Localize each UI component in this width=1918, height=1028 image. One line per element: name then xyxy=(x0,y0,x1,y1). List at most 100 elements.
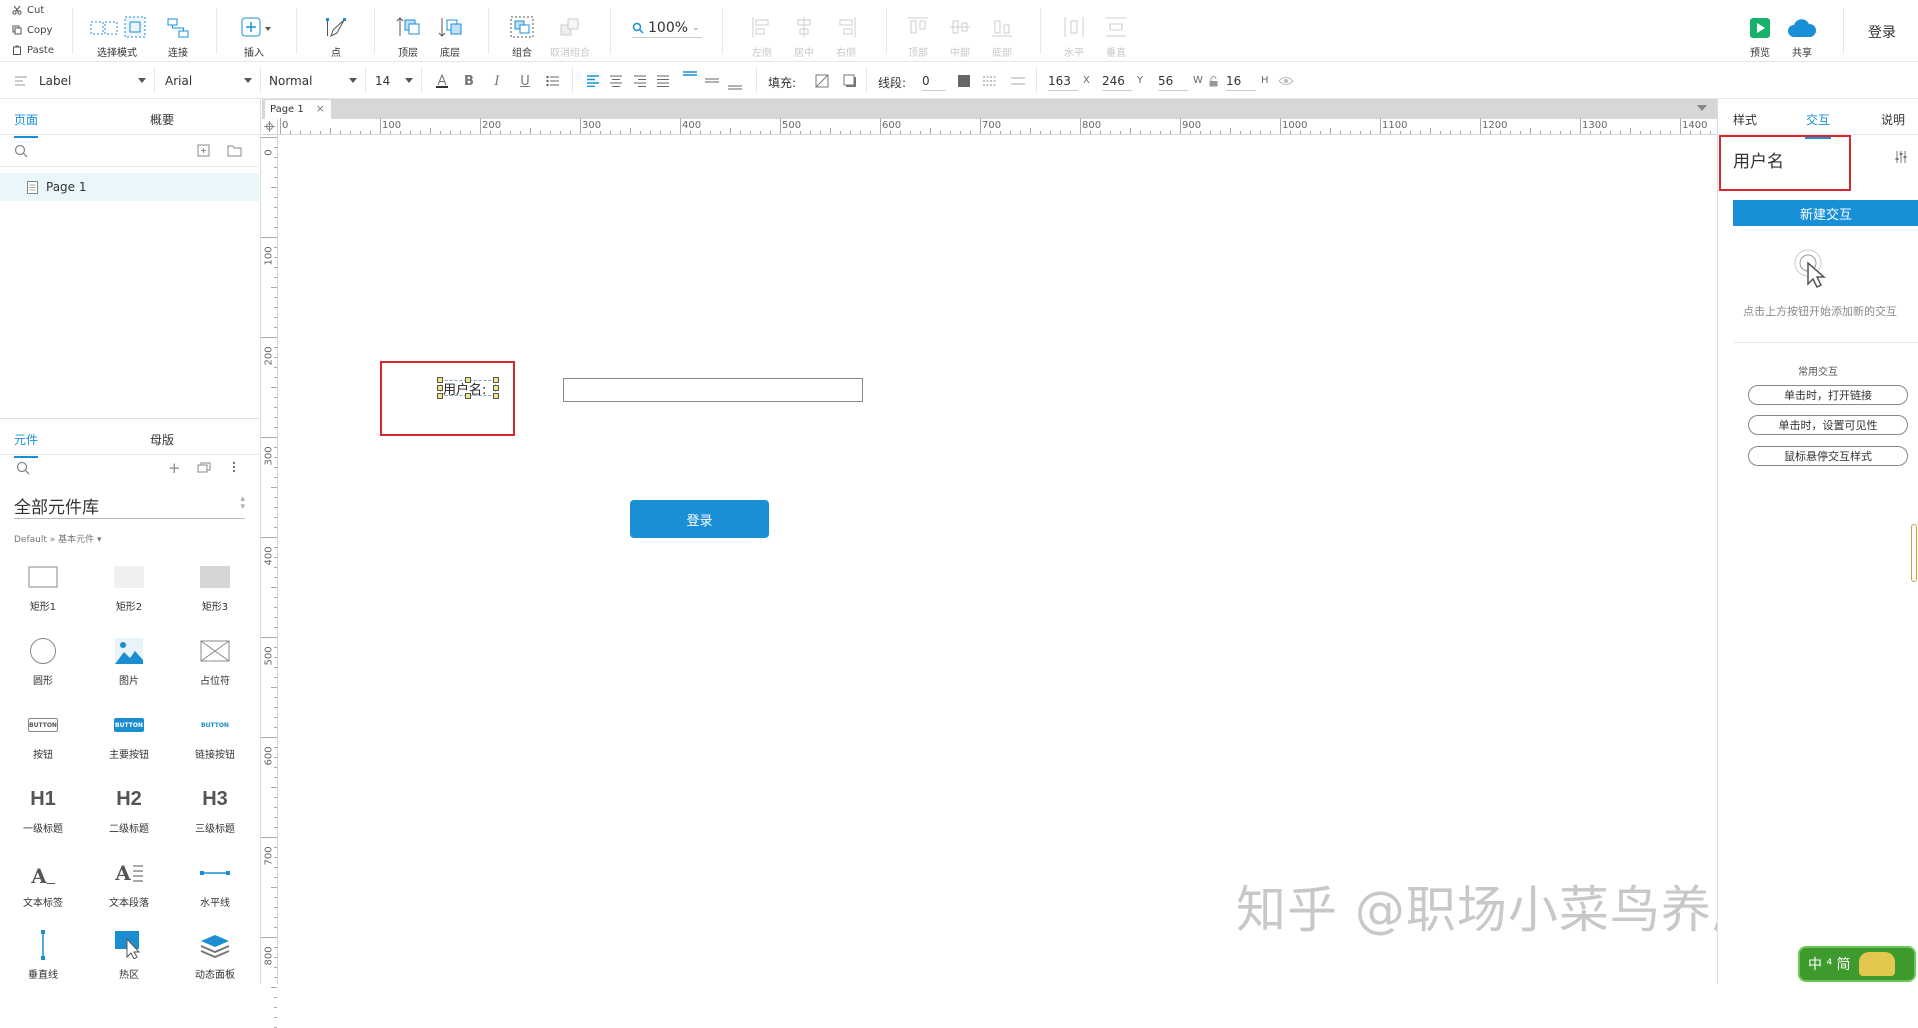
line-width-input[interactable]: 0 xyxy=(922,71,946,91)
widget-vertical-line[interactable]: 垂直线 xyxy=(0,930,86,981)
resize-handle[interactable] xyxy=(437,385,443,391)
paste-button[interactable]: Paste xyxy=(12,41,54,59)
library-select[interactable]: 全部元件库 ▴ ▾ xyxy=(14,493,245,519)
widget-horizontal-line[interactable]: 水平线 xyxy=(172,858,258,909)
login-link[interactable]: 登录 xyxy=(1868,22,1896,42)
tab-widgets[interactable]: 元件 xyxy=(14,431,39,458)
close-icon[interactable]: × xyxy=(316,102,325,115)
point-button[interactable]: 点 xyxy=(308,10,364,59)
bold-icon[interactable]: B xyxy=(461,73,477,89)
element-name-field[interactable]: 用户名 xyxy=(1733,147,1784,172)
login-button-widget[interactable]: 登录 xyxy=(630,500,769,538)
text-justify-icon[interactable] xyxy=(655,73,671,89)
align-bottom-button[interactable]: 底部 xyxy=(974,10,1030,59)
more-vertical-icon[interactable] xyxy=(232,461,236,473)
tab-style[interactable]: 样式 xyxy=(1733,111,1757,128)
font-style-select[interactable]: Normal xyxy=(261,62,365,99)
page-search-icon[interactable] xyxy=(14,144,28,158)
widget-heading-3[interactable]: H3 三级标题 xyxy=(172,784,258,836)
fill-none-icon[interactable] xyxy=(814,73,830,89)
tab-interaction[interactable]: 交互 xyxy=(1804,111,1832,139)
interaction-set-visibility-button[interactable]: 单击时，设置可见性 xyxy=(1748,415,1908,435)
resize-handle[interactable] xyxy=(465,393,471,399)
valign-top-icon[interactable] xyxy=(682,70,698,86)
select-mode-button[interactable]: 选择模式 xyxy=(90,10,146,59)
x-input[interactable]: 163 xyxy=(1048,71,1078,91)
resize-handle[interactable] xyxy=(493,385,499,391)
ruler-origin-crosshair-icon[interactable] xyxy=(262,119,278,135)
scrollbar-handle[interactable] xyxy=(1911,524,1917,582)
ime-status-widget[interactable]: 中 ⁴ 简 xyxy=(1798,946,1916,982)
line-style-icon[interactable] xyxy=(982,73,998,89)
font-family-select[interactable]: Arial xyxy=(155,62,260,99)
widget-primary-button[interactable]: BUTTON 主要按钮 xyxy=(86,710,172,761)
text-align-left-icon[interactable] xyxy=(585,73,601,89)
document-tab[interactable]: Page 1 × xyxy=(265,100,331,119)
valign-bottom-icon[interactable] xyxy=(727,76,743,92)
distribute-vertical-button[interactable]: 垂直 xyxy=(1088,10,1144,59)
tab-notes[interactable]: 说明 xyxy=(1881,111,1905,128)
italic-icon[interactable]: I xyxy=(489,73,505,89)
eye-icon[interactable] xyxy=(1278,73,1294,89)
cut-button[interactable]: Cut xyxy=(12,1,44,19)
add-library-icon[interactable]: + xyxy=(168,459,181,477)
resize-handle[interactable] xyxy=(493,393,499,399)
ungroup-button[interactable]: 取消组合 xyxy=(542,10,598,59)
resize-handle[interactable] xyxy=(493,377,499,383)
widget-heading-2[interactable]: H2 二级标题 xyxy=(86,784,172,836)
text-align-center-icon[interactable] xyxy=(608,73,624,89)
widget-link-button[interactable]: BUTTON 链接按钮 xyxy=(172,710,258,762)
add-folder-icon[interactable] xyxy=(227,144,242,157)
fill-shadow-icon[interactable] xyxy=(842,73,858,89)
share-button[interactable]: 共享 xyxy=(1774,10,1830,59)
zoom-select[interactable]: 100% ⌄ xyxy=(632,18,702,38)
widget-rectangle-1[interactable]: 矩形1 xyxy=(0,562,86,613)
page-list-item[interactable]: Page 1 xyxy=(0,173,259,201)
tab-masters[interactable]: 母版 xyxy=(150,431,174,448)
username-input-widget[interactable] xyxy=(563,378,863,402)
new-interaction-button[interactable]: 新建交互 xyxy=(1733,200,1918,226)
line-arrow-icon[interactable] xyxy=(1010,73,1026,89)
line-color-icon[interactable] xyxy=(956,73,972,89)
element-type-select[interactable]: Label xyxy=(0,62,154,99)
widget-image[interactable]: 图片 xyxy=(86,636,172,687)
add-page-icon[interactable] xyxy=(197,144,210,157)
y-input[interactable]: 246 xyxy=(1102,71,1132,91)
import-library-icon[interactable] xyxy=(197,462,211,473)
connect-button[interactable]: 连接 xyxy=(150,10,206,59)
widget-button[interactable]: BUTTON 按钮 xyxy=(0,710,86,761)
height-input[interactable]: 16 xyxy=(1226,71,1256,91)
widget-circle[interactable]: 圆形 xyxy=(0,636,86,687)
tab-outline[interactable]: 概要 xyxy=(150,111,174,128)
resize-handle[interactable] xyxy=(437,393,443,399)
valign-middle-icon[interactable] xyxy=(704,73,720,89)
username-label-widget[interactable]: 用户名: xyxy=(437,377,499,399)
tab-pages[interactable]: 页面 xyxy=(14,111,39,138)
widget-rectangle-2[interactable]: 矩形2 xyxy=(86,562,172,613)
widget-text-paragraph[interactable]: A 文本段落 xyxy=(86,858,172,909)
lock-icon[interactable] xyxy=(1208,73,1218,89)
tabs-dropdown-icon[interactable] xyxy=(1697,105,1707,111)
bullet-list-icon[interactable] xyxy=(545,73,561,89)
library-path[interactable]: Default » 基本元件 ▾ xyxy=(14,532,102,545)
interaction-hover-style-button[interactable]: 鼠标悬停交互样式 xyxy=(1748,446,1908,466)
width-input[interactable]: 56 xyxy=(1158,71,1188,91)
widget-placeholder[interactable]: 占位符 xyxy=(172,636,258,687)
widget-heading-1[interactable]: H1 一级标题 xyxy=(0,784,86,836)
resize-handle[interactable] xyxy=(437,377,443,383)
insert-button[interactable]: 插入 xyxy=(229,10,285,59)
widget-hotspot[interactable]: 热区 xyxy=(86,930,172,981)
widget-rectangle-3[interactable]: 矩形3 xyxy=(172,562,258,613)
resize-handle[interactable] xyxy=(465,377,471,383)
font-size-select[interactable]: 14 xyxy=(366,62,421,99)
underline-icon[interactable]: U xyxy=(517,73,533,89)
align-right-button[interactable]: 右侧 xyxy=(818,10,874,59)
interaction-open-link-button[interactable]: 单击时，打开链接 xyxy=(1748,385,1908,405)
widget-dynamic-panel[interactable]: 动态面板 xyxy=(172,930,258,981)
widget-search-icon[interactable] xyxy=(16,461,30,475)
text-align-right-icon[interactable] xyxy=(632,73,648,89)
font-color-icon[interactable] xyxy=(434,73,450,89)
send-to-back-button[interactable]: 底层 xyxy=(422,10,478,59)
sliders-icon[interactable] xyxy=(1894,150,1908,164)
widget-text-label[interactable]: A 文本标签 xyxy=(0,858,86,909)
